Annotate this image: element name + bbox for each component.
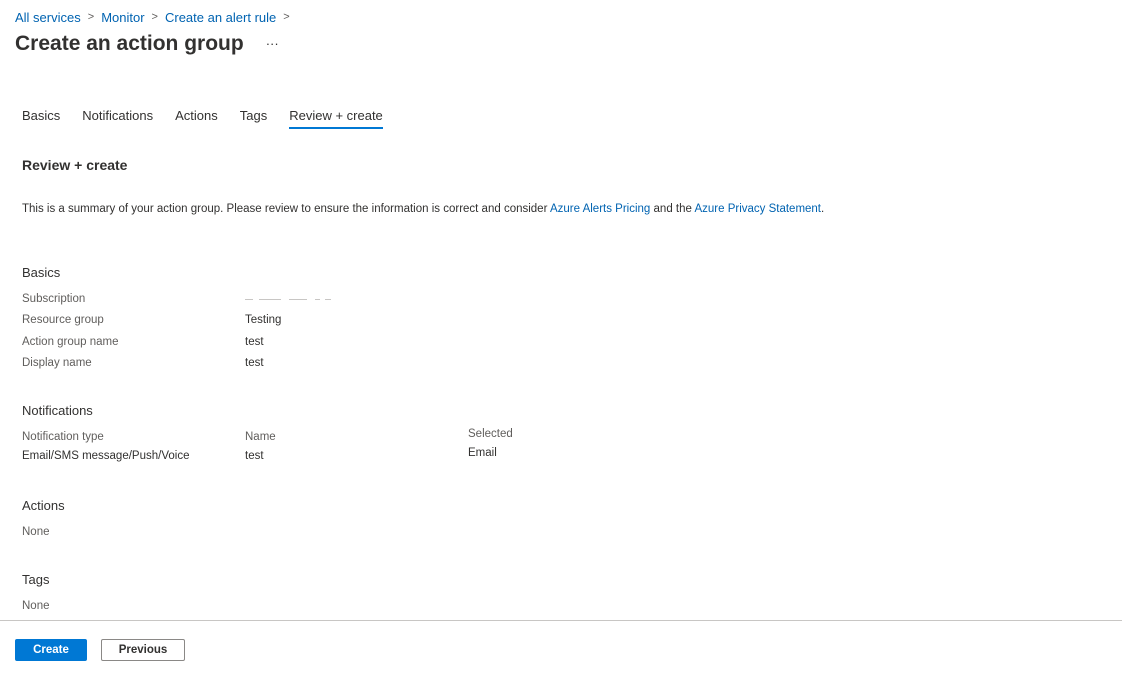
- subscription-label: Subscription: [22, 293, 86, 305]
- summary-text: This is a summary of your action group. …: [22, 203, 824, 215]
- tab-actions[interactable]: Actions: [175, 108, 218, 129]
- notification-type-header: Notification type: [22, 431, 104, 443]
- breadcrumb: All services > Monitor > Create an alert…: [15, 8, 297, 26]
- tab-tags[interactable]: Tags: [240, 108, 267, 129]
- breadcrumb-monitor[interactable]: Monitor: [101, 10, 144, 25]
- actions-value: None: [22, 526, 50, 538]
- tab-notifications[interactable]: Notifications: [82, 108, 153, 129]
- summary-prefix: This is a summary of your action group. …: [22, 203, 550, 215]
- summary-suffix: .: [821, 203, 825, 215]
- chevron-right-icon: >: [87, 11, 95, 23]
- summary-middle: and the: [650, 203, 695, 215]
- page: All services > Monitor > Create an alert…: [0, 0, 1122, 675]
- action-group-name-label: Action group name: [22, 336, 119, 348]
- page-title: Create an action group: [15, 32, 244, 55]
- notifications-section-title: Notifications: [22, 403, 93, 418]
- breadcrumb-all-services[interactable]: All services: [15, 10, 81, 25]
- action-group-name-value: test: [245, 336, 264, 348]
- title-row: Create an action group ···: [15, 32, 279, 56]
- notification-type-value: Email/SMS message/Push/Voice: [22, 450, 190, 462]
- basics-section-title: Basics: [22, 265, 61, 280]
- chevron-right-icon: >: [151, 11, 158, 23]
- create-button[interactable]: Create: [15, 639, 87, 661]
- previous-button[interactable]: Previous: [101, 639, 185, 661]
- tags-section-title: Tags: [22, 572, 50, 587]
- display-name-label: Display name: [22, 357, 92, 369]
- subscription-value-redacted: [245, 297, 331, 303]
- notification-name-header: Name: [245, 431, 276, 443]
- resource-group-value: Testing: [245, 314, 282, 326]
- tab-basics[interactable]: Basics: [22, 108, 60, 129]
- footer-divider: [0, 620, 1122, 621]
- breadcrumb-create-alert-rule[interactable]: Create an alert rule: [165, 10, 276, 25]
- azure-privacy-statement-link[interactable]: Azure Privacy Statement: [694, 203, 821, 215]
- ellipsis-icon[interactable]: ···: [266, 36, 279, 51]
- notification-name-value: test: [245, 450, 264, 462]
- notification-selected-value: Email: [468, 447, 497, 459]
- notification-selected-header: Selected: [468, 428, 513, 440]
- azure-alerts-pricing-link[interactable]: Azure Alerts Pricing: [550, 203, 650, 215]
- review-heading: Review + create: [22, 157, 128, 173]
- chevron-right-icon: >: [283, 11, 290, 23]
- tags-value: None: [22, 600, 50, 612]
- actions-section-title: Actions: [22, 498, 65, 513]
- tab-review-create[interactable]: Review + create: [289, 108, 383, 129]
- resource-group-label: Resource group: [22, 314, 104, 326]
- tab-bar: Basics Notifications Actions Tags Review…: [22, 108, 405, 129]
- display-name-value: test: [245, 357, 264, 369]
